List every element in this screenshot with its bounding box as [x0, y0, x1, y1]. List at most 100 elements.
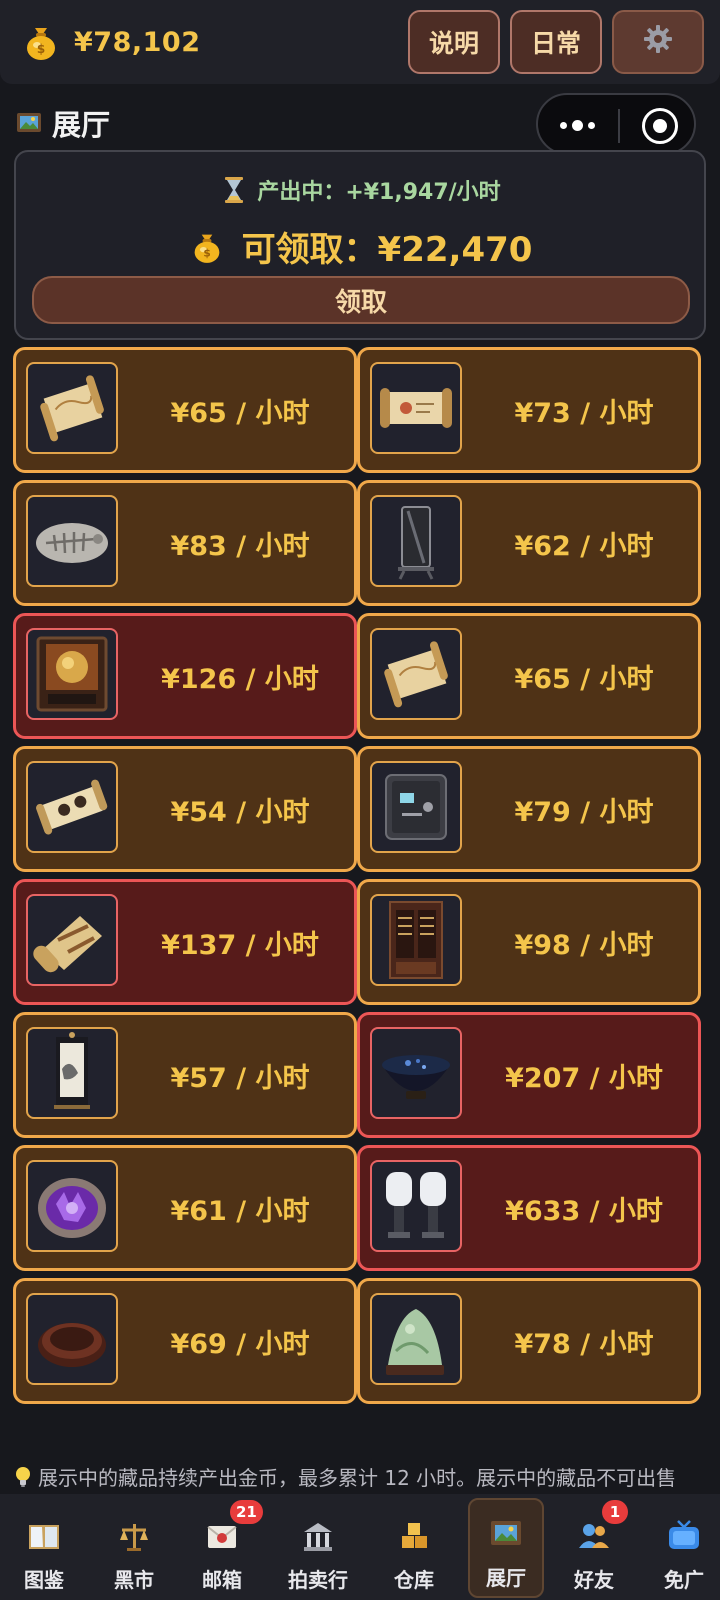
page-title: 展厅 — [52, 108, 111, 142]
exhibit-card[interactable]: ¥65 / 小时 — [13, 347, 357, 473]
top-bar: $ ¥78,102 说明 日常 — [0, 0, 720, 84]
scroll-map-icon — [40, 375, 104, 442]
bottom-nav: 图鉴 黑市 邮箱 21 拍卖行 仓库 展厅 好友 1 免广 — [0, 1494, 720, 1600]
exhibit-image — [26, 1160, 118, 1252]
daily-button[interactable]: 日常 — [510, 10, 602, 74]
exhibit-rate: ¥69 / 小时 — [170, 1328, 310, 1360]
gallery-icon — [16, 110, 42, 136]
bank-icon — [300, 1518, 336, 1554]
nav-label: 邮箱 — [202, 1568, 242, 1592]
lightbulb-icon — [14, 1465, 32, 1489]
nav-item-book[interactable]: 图鉴 — [6, 1504, 82, 1594]
exhibit-rate: ¥61 / 小时 — [170, 1195, 310, 1227]
exhibit-card[interactable]: ¥633 / 小时 — [357, 1145, 701, 1271]
footnote-text: 展示中的藏品持续产出金币，最多累计 12 小时。展示中的藏品不可出售 — [38, 1466, 677, 1490]
nav-item-boxes[interactable]: 仓库 — [376, 1504, 452, 1594]
exhibit-card[interactable]: ¥69 / 小时 — [13, 1278, 357, 1404]
exhibit-card[interactable]: ¥79 / 小时 — [357, 746, 701, 872]
section-header: 展厅 — [16, 102, 110, 144]
boxes-icon — [396, 1518, 432, 1554]
money-bag-icon: $ — [192, 231, 222, 263]
exhibit-card[interactable]: ¥98 / 小时 — [357, 879, 701, 1005]
inkstone-box-icon — [38, 1323, 106, 1367]
exhibit-image — [370, 761, 462, 853]
coin-amount: ¥78,102 — [74, 26, 201, 58]
scroll-map-icon — [384, 641, 448, 708]
outboard-engines-icon — [386, 1172, 446, 1238]
mail-icon — [204, 1518, 240, 1554]
unread-badge: 21 — [230, 1500, 263, 1524]
exhibit-image — [26, 495, 118, 587]
exhibit-card[interactable]: ¥73 / 小时 — [357, 347, 701, 473]
nav-item-friends[interactable]: 好友 1 — [556, 1500, 632, 1594]
hourglass-icon — [223, 176, 245, 204]
exhibit-image — [26, 362, 118, 454]
footnote: 展示中的藏品持续产出金币，最多累计 12 小时。展示中的藏品不可出售 — [14, 1462, 714, 1491]
production-panel: 产出中：+¥1,947/小时 $ 可领取：¥22,470 领取 — [14, 150, 706, 340]
exhibit-image — [370, 495, 462, 587]
claimable-text: 可领取：¥22,470 — [241, 230, 533, 270]
settings-button[interactable] — [612, 10, 704, 74]
nav-item-bank[interactable]: 拍卖行 — [280, 1504, 356, 1594]
claimable-amount: $ 可领取：¥22,470 — [16, 222, 708, 271]
gear-icon — [643, 24, 673, 60]
exhibit-rate: ¥62 / 小时 — [514, 530, 654, 562]
framed-embroidery-icon — [36, 636, 108, 712]
exhibit-image — [26, 1027, 118, 1119]
exhibit-rate: ¥207 / 小时 — [505, 1062, 663, 1094]
close-target-icon[interactable] — [642, 108, 678, 144]
exhibit-image — [26, 894, 118, 986]
nav-label: 好友 — [574, 1568, 614, 1592]
exhibit-card[interactable]: ¥78 / 小时 — [357, 1278, 701, 1404]
nav-item-tv[interactable]: 免广 — [646, 1504, 720, 1594]
exhibit-card[interactable]: ¥83 / 小时 — [13, 480, 357, 606]
nav-label: 黑市 — [114, 1568, 154, 1592]
exhibit-rate: ¥633 / 小时 — [505, 1195, 663, 1227]
open-scroll-icon — [380, 388, 452, 428]
exhibit-card[interactable]: ¥62 / 小时 — [357, 480, 701, 606]
money-bag-icon: $ — [24, 24, 58, 60]
exhibit-image — [370, 1027, 462, 1119]
exhibit-card[interactable]: ¥54 / 小时 — [13, 746, 357, 872]
nav-item-gallery[interactable]: 展厅 — [468, 1498, 544, 1598]
unread-badge: 1 — [602, 1500, 628, 1524]
exhibit-card[interactable]: ¥61 / 小时 — [13, 1145, 357, 1271]
exhibit-rate: ¥57 / 小时 — [170, 1062, 310, 1094]
claim-button[interactable]: 领取 — [32, 276, 690, 324]
exhibit-rate: ¥65 / 小时 — [514, 663, 654, 695]
exhibit-card[interactable]: ¥207 / 小时 — [357, 1012, 701, 1138]
exhibit-card[interactable]: ¥65 / 小时 — [357, 613, 701, 739]
nav-label: 免广 — [664, 1568, 704, 1592]
exhibit-rate: ¥65 / 小时 — [170, 397, 310, 429]
book-icon — [26, 1518, 62, 1554]
exhibit-rate: ¥73 / 小时 — [514, 397, 654, 429]
exhibit-rate: ¥83 / 小时 — [170, 530, 310, 562]
svg-text:$: $ — [203, 247, 210, 259]
exhibit-rate: ¥78 / 小时 — [514, 1328, 654, 1360]
more-icon[interactable] — [560, 113, 600, 137]
production-rate-text: 产出中：+¥1,947/小时 — [257, 180, 501, 205]
exhibit-image — [370, 1160, 462, 1252]
gallery-icon — [488, 1516, 524, 1552]
exhibit-card[interactable]: ¥126 / 小时 — [13, 613, 357, 739]
fossil-icon — [36, 523, 108, 563]
help-button[interactable]: 说明 — [408, 10, 500, 74]
nav-item-scale[interactable]: 黑市 — [96, 1504, 172, 1594]
exhibit-image — [370, 628, 462, 720]
nav-item-mail[interactable]: 邮箱 21 — [184, 1500, 263, 1594]
rolled-parchment-icon — [33, 916, 102, 973]
capsule-divider — [618, 109, 620, 143]
exhibit-rate: ¥98 / 小时 — [514, 929, 654, 961]
exhibit-image — [26, 628, 118, 720]
coin-balance: $ ¥78,102 — [24, 22, 200, 62]
exhibit-card[interactable]: ¥57 / 小时 — [13, 1012, 357, 1138]
production-rate: 产出中：+¥1,947/小时 — [16, 174, 708, 206]
exhibit-rate: ¥79 / 小时 — [514, 796, 654, 828]
exhibit-image — [370, 1293, 462, 1385]
jade-mountain-icon — [386, 1309, 444, 1375]
tv-icon — [666, 1518, 702, 1554]
exhibit-card[interactable]: ¥137 / 小时 — [13, 879, 357, 1005]
exhibit-image — [370, 362, 462, 454]
exhibit-image — [26, 761, 118, 853]
wine-cabinet-icon — [389, 901, 443, 979]
